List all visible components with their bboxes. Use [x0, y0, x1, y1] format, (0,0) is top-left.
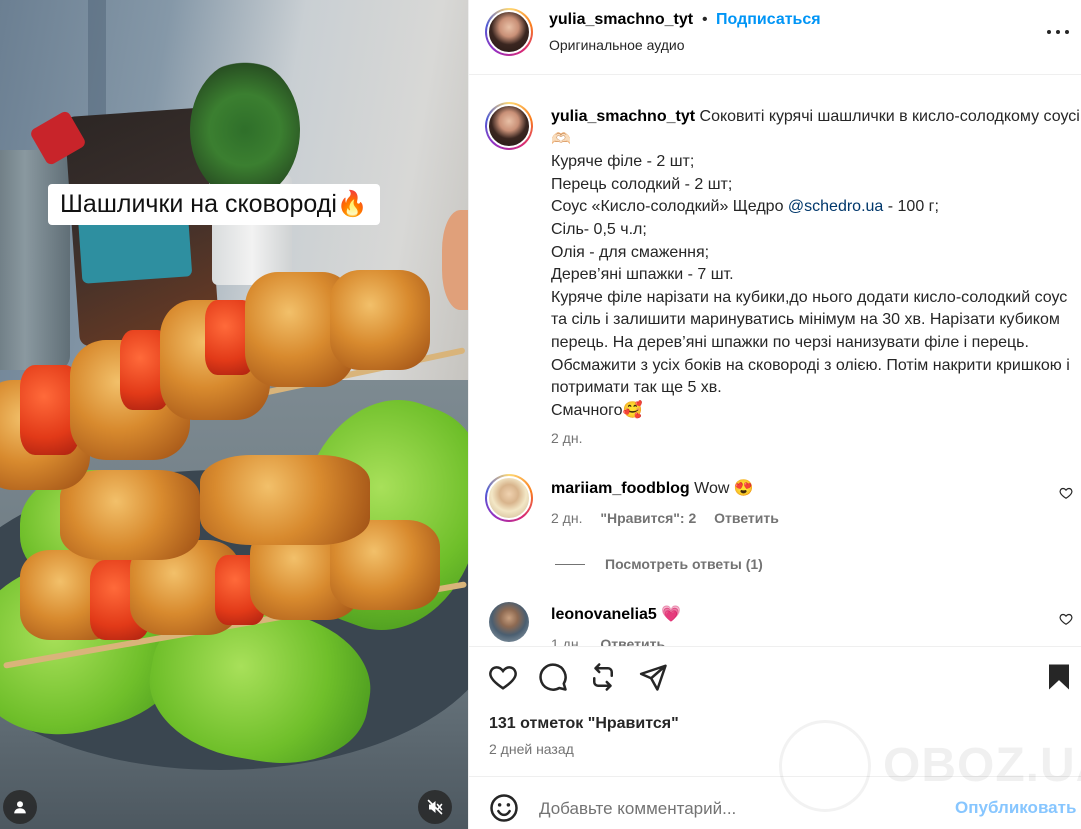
comment-composer: Опубликовать: [469, 776, 1081, 829]
caption-line: Смачного🥰: [551, 401, 643, 419]
hand: [442, 210, 468, 310]
comment-username[interactable]: mariiam_foodblog: [551, 480, 690, 497]
post-actions: 131 отметок "Нравится" 2 дней назад: [469, 646, 1081, 776]
view-replies-button[interactable]: Посмотреть ответы (1): [555, 556, 763, 572]
comment-time[interactable]: 1 дн.: [551, 636, 582, 646]
post-details-panel: yulia_smachno_tyt • Подписаться Оригинал…: [468, 0, 1081, 829]
comment-text: leonovanelia5 💗: [551, 604, 681, 624]
user-icon: [14, 801, 26, 814]
more-icon[interactable]: [1045, 22, 1071, 42]
heart-icon[interactable]: [1059, 612, 1073, 626]
video-caption: Шашлички на сковороді🔥: [48, 184, 381, 225]
repost-icon[interactable]: [588, 662, 618, 692]
likes-count[interactable]: 131 отметок "Нравится": [489, 715, 679, 733]
caption-text: yulia_smachno_tyt Соковиті курячі шашлич…: [551, 106, 1081, 422]
comment-time[interactable]: 2 дн.: [551, 510, 582, 526]
comments-scroll-area[interactable]: yulia_smachno_tyt Соковиті курячі шашлич…: [469, 76, 1081, 646]
mute-button[interactable]: [418, 790, 452, 824]
caption-line: Дерев’яні шпажки - 7 шт.: [551, 266, 734, 284]
caption-author-avatar[interactable]: [485, 102, 533, 150]
comment-body: 💗: [661, 606, 682, 623]
follow-button[interactable]: Подписаться: [716, 11, 821, 29]
caption-sauce-text: Соус «Кисло-солодкий» Щедро: [551, 198, 788, 216]
publish-button[interactable]: Опубликовать: [955, 798, 1076, 818]
comment-icon[interactable]: [538, 662, 568, 692]
bookmark-icon[interactable]: [1044, 662, 1074, 692]
comment-meta: 2 дн. "Нравится": 2 Ответить: [551, 510, 793, 526]
commenter-avatar[interactable]: [489, 602, 529, 642]
author-username[interactable]: yulia_smachno_tyt: [549, 11, 693, 29]
mention-link[interactable]: @schedro.ua: [788, 198, 883, 215]
background-jar: [0, 150, 70, 370]
view-replies-label: Посмотреть ответы (1): [605, 556, 763, 572]
caption-sauce-amount: - 100 г;: [883, 198, 939, 216]
audio-link[interactable]: Оригинальное аудио: [549, 37, 685, 53]
caption-instructions: Куряче філе нарізати на кубики,до нього …: [551, 288, 1070, 397]
mute-icon: [427, 799, 443, 815]
meat-piece: [330, 270, 430, 370]
plant: [190, 60, 300, 200]
commenter-avatar[interactable]: [485, 474, 533, 522]
tagged-users-button[interactable]: [3, 790, 37, 824]
comment-username[interactable]: leonovanelia5: [551, 606, 657, 623]
comment-text: mariiam_foodblog Wow 😍: [551, 478, 754, 498]
caption-time[interactable]: 2 дн.: [551, 430, 582, 446]
post-header: yulia_smachno_tyt • Подписаться Оригинал…: [469, 0, 1081, 75]
heart-icon[interactable]: [488, 662, 518, 692]
caption-line: Куряче філе - 2 шт;: [551, 153, 695, 171]
header-separator: •: [702, 11, 708, 28]
caption-line: Перець солодкий - 2 шт;: [551, 175, 733, 193]
reply-button[interactable]: Ответить: [714, 510, 779, 526]
meat-piece: [60, 470, 200, 560]
meat-piece: [200, 455, 370, 545]
author-avatar[interactable]: [485, 8, 533, 56]
comment-likes[interactable]: "Нравится": 2: [600, 510, 696, 526]
video-player[interactable]: Шашлички на сковороді🔥: [0, 0, 468, 829]
share-icon[interactable]: [638, 662, 668, 692]
emoji-icon[interactable]: [489, 793, 519, 823]
comment-body: Wow 😍: [694, 480, 754, 497]
caption-line: Сіль- 0,5 ч.л;: [551, 220, 647, 238]
heart-icon[interactable]: [1059, 486, 1073, 500]
caption-line: Олія - для смаження;: [551, 243, 710, 261]
post-date[interactable]: 2 дней назад: [489, 741, 574, 757]
comment-input[interactable]: [539, 795, 939, 823]
comment-meta: 1 дн. Ответить: [551, 636, 679, 646]
reply-button[interactable]: Ответить: [600, 636, 665, 646]
caption-username[interactable]: yulia_smachno_tyt: [551, 108, 695, 125]
replies-divider: [555, 563, 585, 565]
